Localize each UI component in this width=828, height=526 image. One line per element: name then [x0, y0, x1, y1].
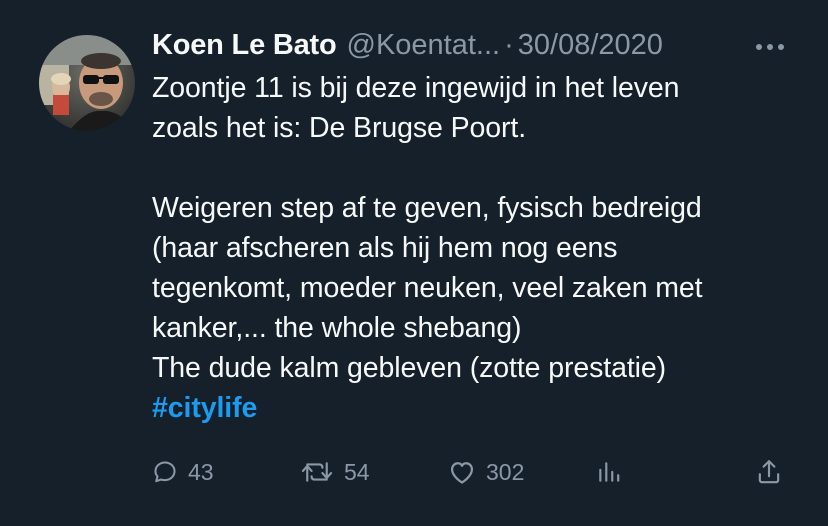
- share-icon: [758, 460, 780, 484]
- views-button[interactable]: [596, 452, 622, 492]
- analytics-icon: [599, 462, 620, 482]
- tweet-text-line: Weigeren step af te geven, fysisch bedre…: [152, 192, 702, 224]
- like-button[interactable]: 302: [448, 452, 524, 492]
- tweet-text-line: The dude kalm gebleven (zotte prestatie): [152, 352, 667, 384]
- tweet-text-line: (haar afscheren als hij hem nog eens: [152, 232, 618, 264]
- tweet-card[interactable]: Koen Le Bato @Koentat... · 30/08/2020 Zo…: [0, 0, 828, 526]
- retweet-icon: [301, 462, 333, 482]
- share-button[interactable]: [756, 452, 782, 492]
- retweet-button[interactable]: 54: [300, 452, 370, 492]
- reply-icon: [154, 461, 176, 483]
- tweet-text-line: kanker,... the whole shebang): [152, 312, 522, 344]
- tweet-text: Zoontje 11 is bij deze ingewijd in het l…: [152, 68, 812, 428]
- more-horizontal-icon: [756, 44, 784, 50]
- tweet-text-line: tegenkomt, moeder neuken, veel zaken met: [152, 272, 703, 304]
- separator-dot: ·: [504, 28, 514, 61]
- tweet-text-line: Zoontje 11 is bij deze ingewijd in het l…: [152, 72, 680, 104]
- tweet-header: Koen Le Bato @Koentat... · 30/08/2020: [152, 26, 663, 64]
- heart-icon: [450, 462, 474, 484]
- like-count: 302: [486, 458, 525, 485]
- avatar[interactable]: [39, 35, 135, 131]
- tweet-text-line: [152, 148, 812, 188]
- reply-count: 43: [188, 458, 214, 485]
- more-options-button[interactable]: [754, 40, 786, 52]
- retweet-count: 54: [344, 458, 370, 485]
- author-name[interactable]: Koen Le Bato: [152, 29, 337, 62]
- action-bar: 43 54 302: [152, 452, 792, 492]
- tweet-date[interactable]: 30/08/2020: [518, 29, 663, 62]
- hashtag-link[interactable]: #citylife: [152, 388, 812, 428]
- reply-button[interactable]: 43: [152, 452, 214, 492]
- author-handle[interactable]: @Koentat...: [347, 29, 501, 62]
- tweet-text-line: zoals het is: De Brugse Poort.: [152, 112, 527, 144]
